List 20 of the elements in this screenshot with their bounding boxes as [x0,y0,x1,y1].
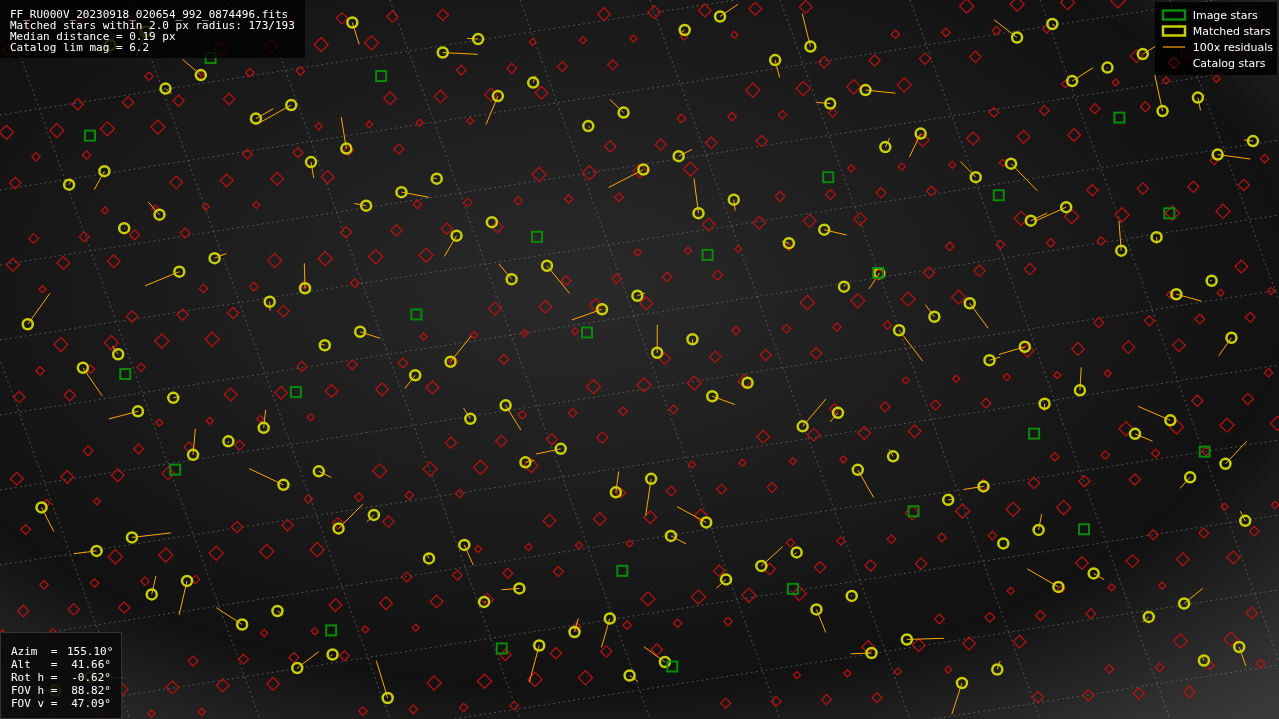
parameter-value: 47.09° [70,697,111,710]
parameter-value: 88.82° [70,684,111,697]
legend-label: 100x residuals [1192,40,1273,54]
rectangle-icon [1160,9,1187,21]
parameter-label: Alt = [11,658,59,671]
parameter-label: Azim = [11,645,59,658]
parameter-value: 41.66° [70,658,111,671]
info-text: Matched stars within 2.0 px radius: 173/193 [10,20,295,31]
parameter-label: Rot h = [11,671,59,684]
info-text: Catalog lim mag = 6.2 [10,42,151,53]
info-text: FF_RU000V_20230918_020654_992_0874496.fits [10,9,290,20]
parameter-value: 155.10° [67,645,111,658]
parameter-label: FOV h = [11,684,59,697]
parameter-value: -0.62° [70,671,111,684]
rectangle-icon [1160,25,1187,37]
legend-label: Image stars [1192,8,1258,22]
legend-label: Catalog stars [1192,56,1266,70]
parameter-label: FOV v = [11,697,59,710]
legend-label: Matched stars [1192,24,1271,38]
info-text: Median distance = 0.19 px [10,31,176,42]
